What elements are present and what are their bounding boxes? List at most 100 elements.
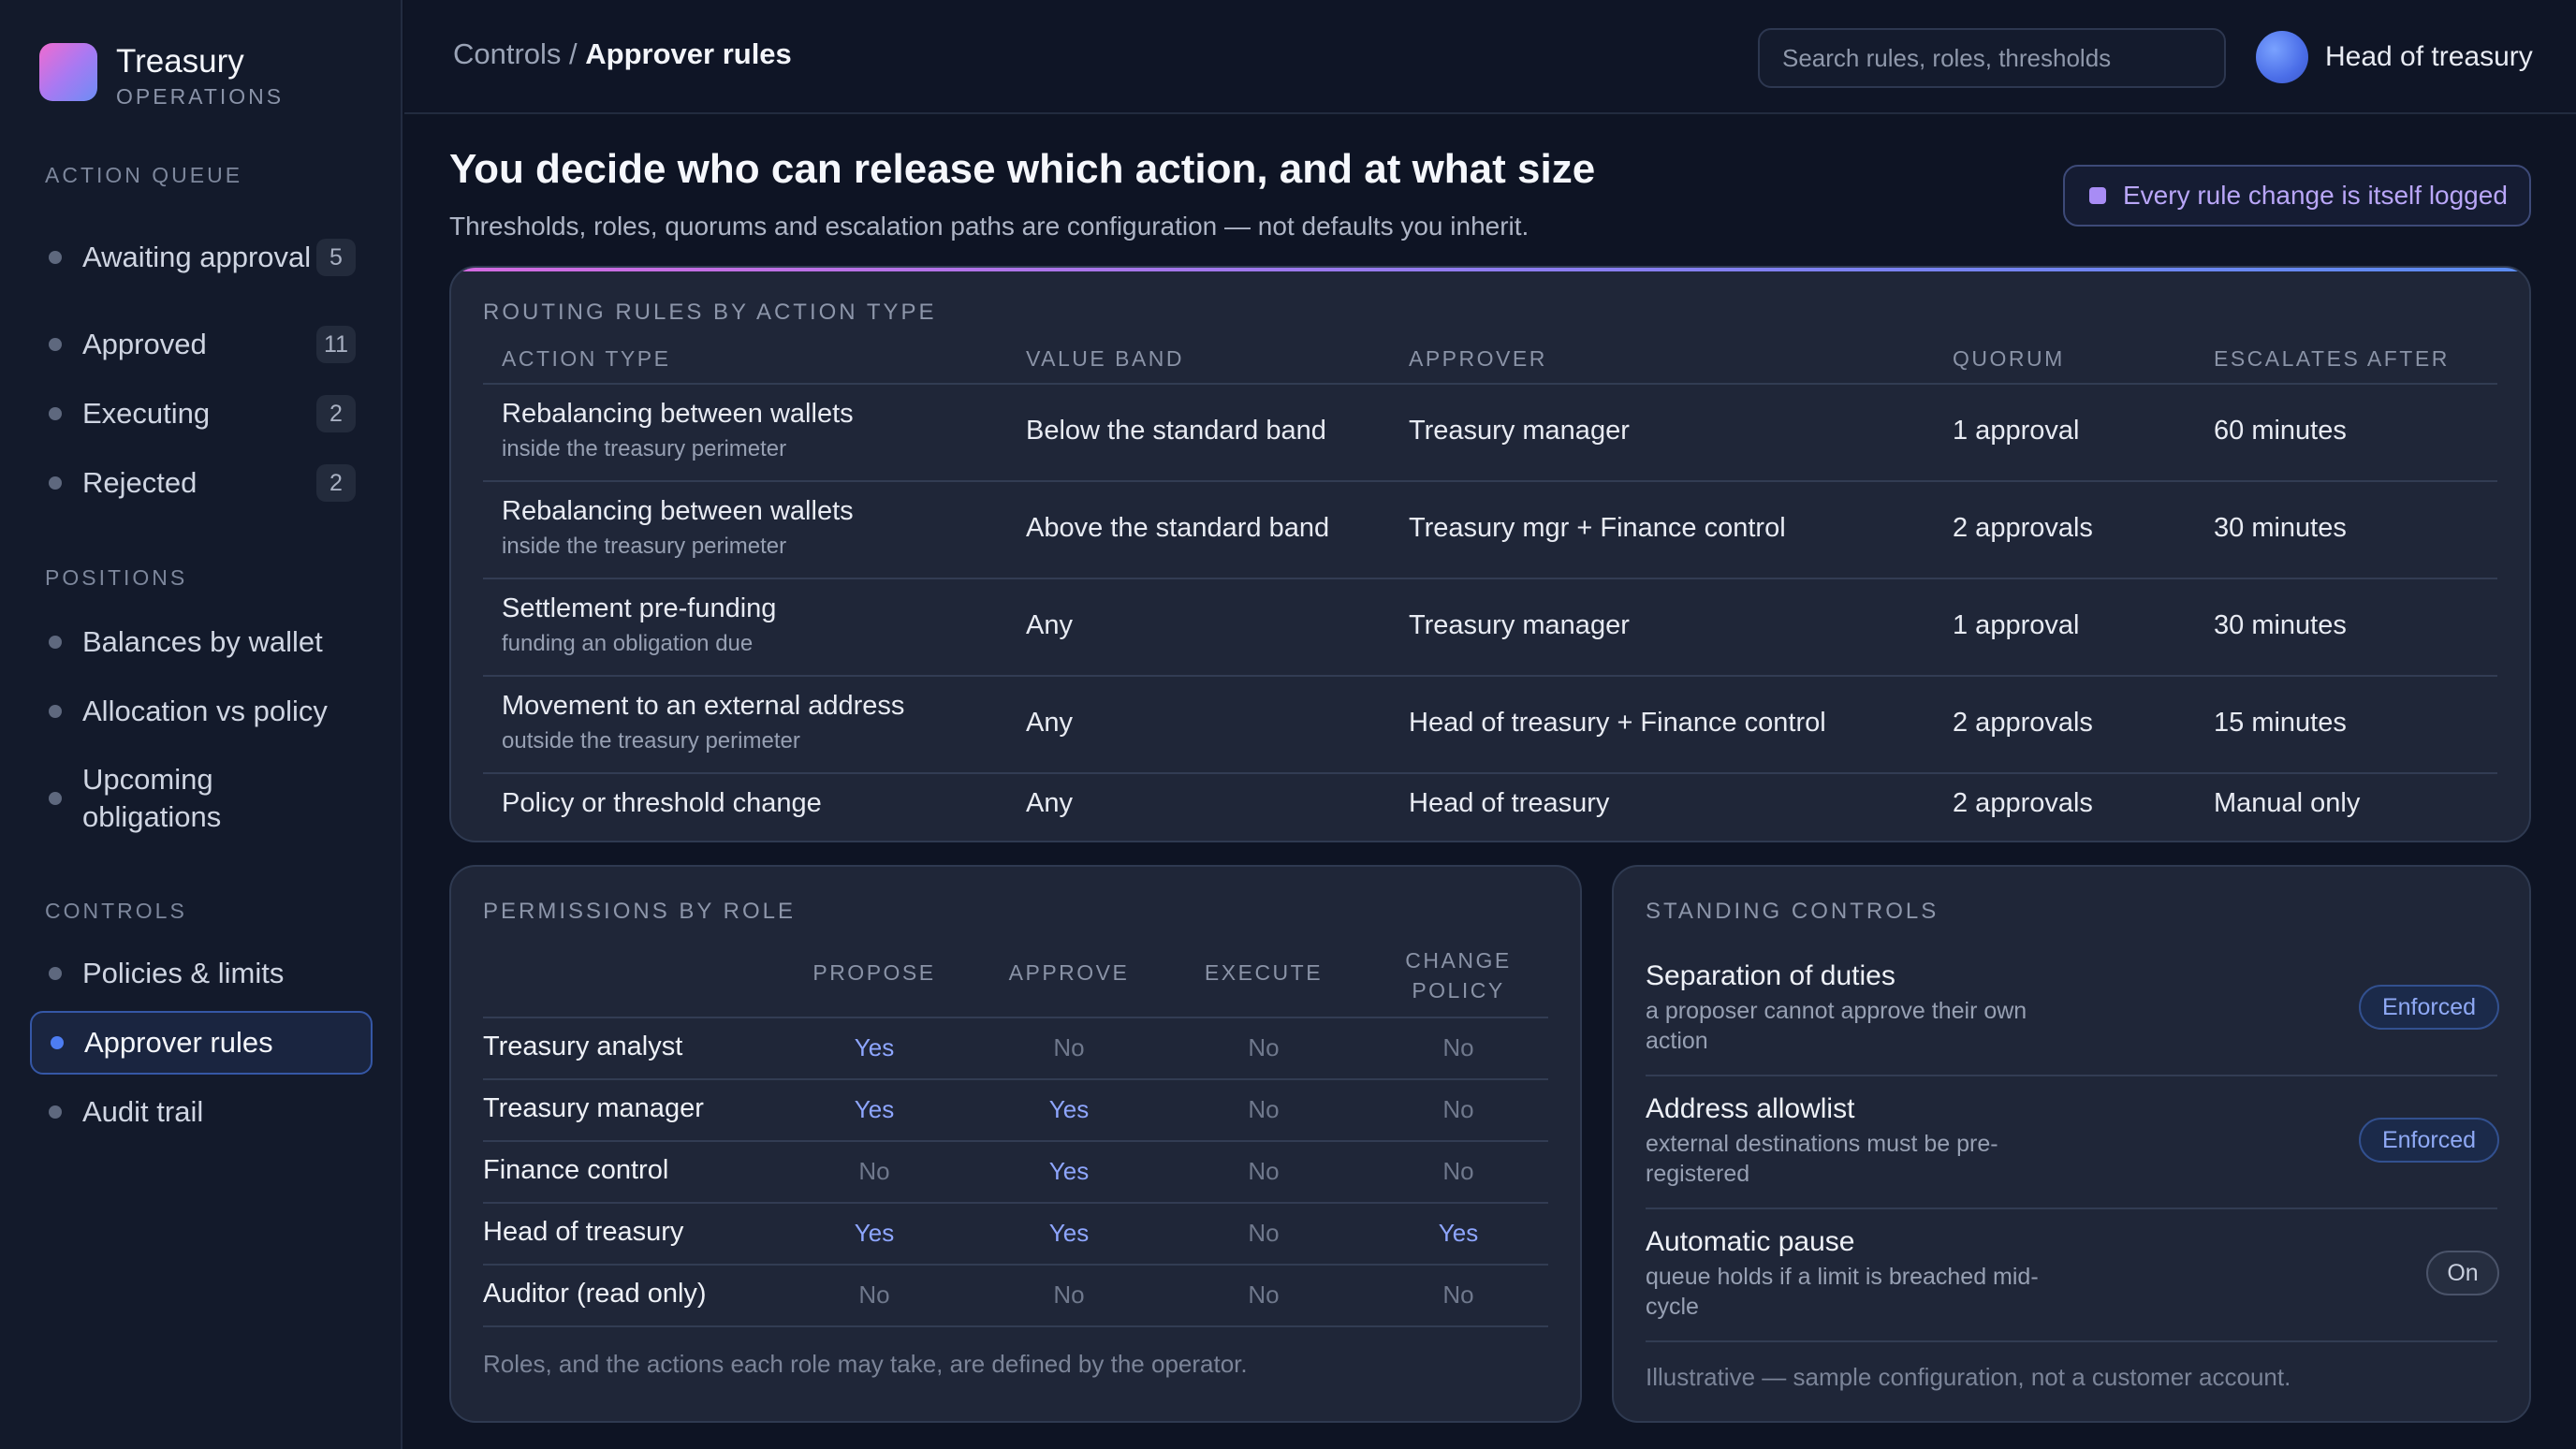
sidebar-item-awaiting-approval[interactable]: Awaiting approval 5 [30, 215, 373, 300]
status-badge[interactable]: Enforced [2359, 985, 2499, 1030]
column-header-value-band[interactable]: VALUE BAND [1026, 346, 1184, 372]
permissions-footnote: Roles, and the actions each role may tak… [483, 1350, 1248, 1378]
divider [1646, 1075, 2497, 1076]
cell-approver: Head of treasury + Finance control [1409, 708, 1826, 738]
divider [483, 1140, 1548, 1142]
permission-approve: Yes [1048, 1219, 1090, 1247]
card-title: PERMISSIONS BY ROLE [483, 899, 796, 924]
permission-execute: No [1248, 1095, 1280, 1123]
cell-value-band: Any [1026, 610, 1073, 640]
cell-escalates: 15 minutes [2214, 708, 2347, 738]
routing-rules-card: ROUTING RULES BY ACTION TYPE ACTION TYPE… [449, 266, 2531, 842]
log-pill-text: Every rule change is itself logged [2123, 181, 2508, 210]
role-name: Treasury manager [483, 1093, 704, 1123]
card-accent-bar [451, 268, 2529, 271]
column-header-quorum[interactable]: QUORUM [1953, 346, 2065, 372]
divider [483, 1078, 1548, 1080]
cell-approver: Treasury manager [1409, 416, 1630, 446]
permission-propose: No [858, 1157, 890, 1185]
app-logo [39, 43, 97, 101]
divider [483, 772, 2497, 774]
cell-action-sub: funding an obligation due [502, 631, 754, 656]
role-name: Head of treasury [483, 1217, 684, 1247]
column-header-propose[interactable]: PROPOSE [781, 960, 968, 986]
bullet-icon [49, 338, 62, 351]
cell-action: Policy or threshold change [502, 788, 822, 818]
breadcrumb-controls[interactable]: Controls [453, 37, 561, 70]
sidebar-item-upcoming-obligations[interactable]: Upcoming obligations [30, 756, 373, 841]
cell-action: Rebalancing between wallets [502, 496, 854, 526]
permission-propose: Yes [854, 1219, 895, 1247]
count-badge: 2 [316, 464, 356, 502]
status-badge[interactable]: Enforced [2359, 1118, 2499, 1163]
column-header-approver[interactable]: APPROVER [1409, 346, 1547, 372]
column-header-approve[interactable]: APPROVE [975, 960, 1163, 986]
cell-quorum: 1 approval [1953, 416, 2080, 446]
sidebar-item-audit-trail[interactable]: Audit trail [30, 1091, 373, 1133]
sidebar-item-rejected[interactable]: Rejected 2 [30, 462, 373, 504]
bullet-icon [49, 636, 62, 649]
bullet-icon [51, 1036, 64, 1049]
permission-execute: No [1248, 1219, 1280, 1247]
cell-quorum: 2 approvals [1953, 513, 2093, 543]
count-badge: 2 [316, 395, 356, 432]
permission-propose: No [858, 1281, 890, 1309]
status-toggle[interactable]: On [2426, 1251, 2499, 1295]
divider [483, 383, 2497, 385]
permissions-card: PERMISSIONS BY ROLE PROPOSE APPROVE EXEC… [449, 865, 1582, 1423]
divider [483, 1017, 1548, 1018]
cell-approver: Head of treasury [1409, 788, 1610, 818]
control-description: external destinations must be pre-regist… [1646, 1131, 1998, 1187]
bullet-icon [49, 967, 62, 980]
standing-controls-footnote: Illustrative — sample configuration, not… [1646, 1363, 2291, 1391]
permission-approve: Yes [1048, 1095, 1090, 1123]
breadcrumb-current: Approver rules [585, 37, 792, 70]
avatar [2256, 31, 2308, 83]
column-header-change-policy[interactable]: CHANGE POLICY [1365, 945, 1552, 1005]
search-input[interactable] [1758, 28, 2226, 88]
top-bar: Controls / Approver rules Head of treasu… [404, 0, 2576, 114]
permission-execute: No [1248, 1033, 1280, 1061]
column-header-execute[interactable]: EXECUTE [1170, 960, 1357, 986]
sidebar-item-label: Rejected [82, 466, 198, 499]
sidebar-item-approved[interactable]: Approved 11 [30, 324, 373, 365]
control-description: queue holds if a limit is breached mid-c… [1646, 1264, 2039, 1320]
sidebar-item-executing[interactable]: Executing 2 [30, 393, 373, 434]
sidebar-item-label: Allocation vs policy [82, 695, 328, 727]
cell-quorum: 1 approval [1953, 610, 2080, 640]
divider [483, 1325, 1548, 1327]
permission-approve: No [1053, 1281, 1085, 1309]
permission-change-policy: No [1442, 1033, 1474, 1061]
permission-execute: No [1248, 1281, 1280, 1309]
user-menu[interactable]: Head of treasury [2256, 31, 2533, 83]
column-header-escalates-after[interactable]: ESCALATES AFTER [2214, 346, 2450, 372]
cell-escalates: 60 minutes [2214, 416, 2347, 446]
section-label-action-queue: ACTION QUEUE [45, 163, 243, 187]
breadcrumb: Controls / Approver rules [453, 37, 792, 71]
sidebar-item-label: Awaiting approval [82, 241, 312, 273]
permission-propose: Yes [854, 1095, 895, 1123]
control-description: a proposer cannot approve their own acti… [1646, 998, 2027, 1054]
cell-action-sub: outside the treasury perimeter [502, 728, 800, 754]
user-name: Head of treasury [2325, 41, 2533, 72]
brand-title: Treasury [116, 43, 244, 80]
sidebar-item-label: Upcoming obligations [82, 763, 222, 833]
cell-action-sub: inside the treasury perimeter [502, 534, 787, 559]
cell-action: Movement to an external address [502, 691, 905, 721]
permission-change-policy: No [1442, 1095, 1474, 1123]
brand[interactable]: Treasury OPERATIONS [39, 43, 284, 109]
sidebar-item-approver-rules[interactable]: Approver rules [30, 1011, 373, 1075]
column-header-action-type[interactable]: ACTION TYPE [502, 346, 670, 372]
cell-escalates: 30 minutes [2214, 610, 2347, 640]
section-label-positions: POSITIONS [45, 565, 188, 590]
bullet-icon [49, 1105, 62, 1119]
role-name: Treasury analyst [483, 1032, 683, 1061]
permission-execute: No [1248, 1157, 1280, 1185]
sidebar-item-policies-limits[interactable]: Policies & limits [30, 953, 373, 994]
permission-approve: No [1053, 1033, 1085, 1061]
divider [483, 1202, 1548, 1204]
sidebar-item-allocation-vs-policy[interactable]: Allocation vs policy [30, 691, 373, 732]
sidebar-item-balances-by-wallet[interactable]: Balances by wallet [30, 622, 373, 663]
cell-quorum: 2 approvals [1953, 788, 2093, 818]
sidebar-item-label: Approved [82, 328, 207, 360]
